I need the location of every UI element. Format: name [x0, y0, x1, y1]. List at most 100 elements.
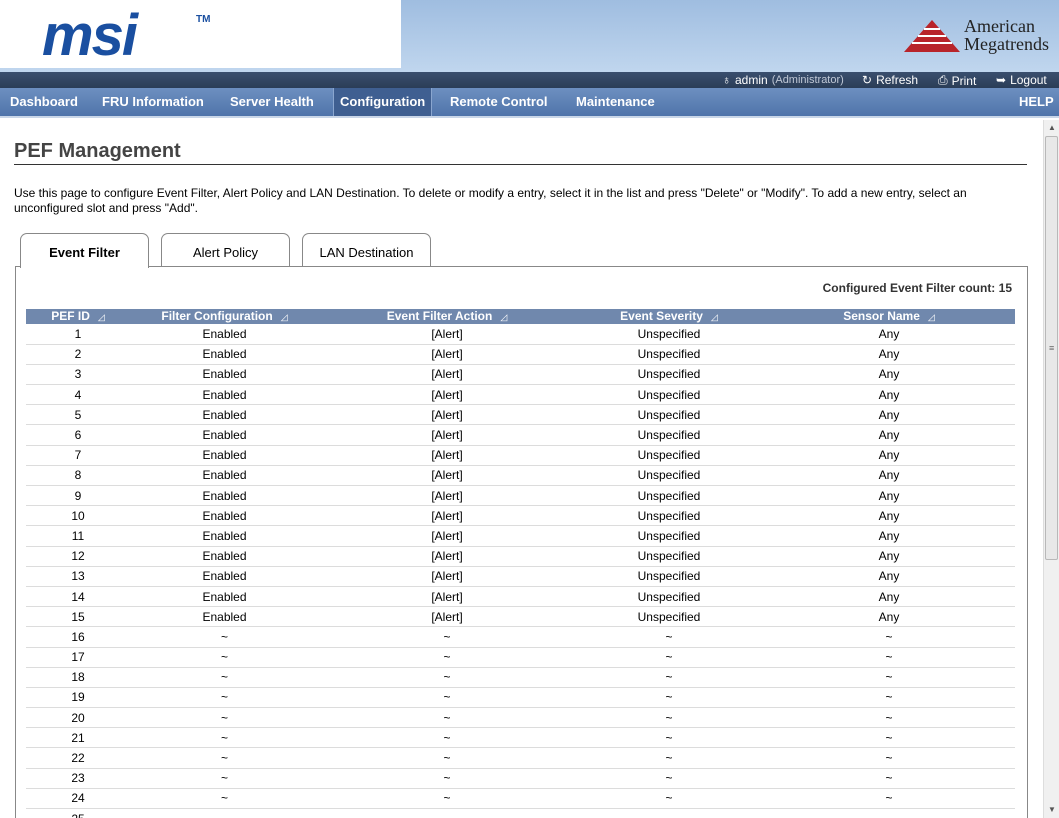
print-label: Print [951, 73, 977, 88]
table-cell: Unspecified [575, 364, 763, 386]
table-cell: ~ [319, 626, 575, 648]
refresh-link[interactable]: ↻ Refresh [862, 73, 918, 87]
table-row[interactable]: 3 Enabled [Alert] Unspecified Any [26, 364, 1015, 386]
table-cell: Unspecified [575, 324, 763, 345]
nav-server-health[interactable]: Server Health [230, 88, 314, 116]
table-cell: Enabled [130, 586, 319, 608]
table-header-row: PEF ID ◿ Filter Configuration ◿ Event Filt… [26, 309, 1015, 324]
nav-maintenance[interactable]: Maintenance [576, 88, 655, 116]
table-cell: Unspecified [575, 546, 763, 567]
table-cell: 3 [26, 364, 130, 386]
ami-name-line1: American [964, 16, 1035, 36]
table-cell: Any [763, 404, 1015, 426]
table-row[interactable]: 2 Enabled [Alert] Unspecified Any [26, 344, 1015, 365]
tab-event-filter[interactable]: Event Filter [20, 233, 149, 268]
utility-bar: ♁ admin (Administrator) ↻ Refresh ⎙ Prin… [0, 72, 1059, 88]
table-cell: ~ [319, 667, 575, 688]
nav-fru-information[interactable]: FRU Information [102, 88, 204, 116]
table-cell: 7 [26, 445, 130, 466]
scroll-down-icon[interactable]: ▼ [1044, 802, 1059, 818]
ami-triangle-icon [904, 20, 960, 52]
table-cell: Unspecified [575, 344, 763, 365]
table-row[interactable]: 20 ~ ~ ~ ~ [26, 707, 1015, 729]
table-cell: ~ [575, 768, 763, 789]
print-link[interactable]: ⎙ Print [938, 73, 976, 88]
table-row[interactable]: 1 Enabled [Alert] Unspecified Any [26, 324, 1015, 345]
table-row[interactable]: 17 ~ ~ ~ ~ [26, 647, 1015, 668]
table-cell: 10 [26, 505, 130, 527]
table-cell: ~ [763, 727, 1015, 749]
table-cell: 25 [26, 808, 130, 818]
table-row[interactable]: 11 Enabled [Alert] Unspecified Any [26, 525, 1015, 547]
table-row[interactable]: 6 Enabled [Alert] Unspecified Any [26, 424, 1015, 446]
table-cell: 19 [26, 687, 130, 709]
table-cell: ~ [130, 687, 319, 709]
table-cell: ~ [130, 747, 319, 769]
table-cell: Any [763, 606, 1015, 628]
user-icon: ♁ [722, 73, 731, 87]
table-row[interactable]: 19 ~ ~ ~ ~ [26, 687, 1015, 709]
table-row[interactable]: 25~~~~ [26, 808, 1015, 818]
table-row[interactable]: 12 Enabled [Alert] Unspecified Any [26, 546, 1015, 567]
logout-icon: ➥ [996, 73, 1007, 87]
nav-configuration[interactable]: Configuration [333, 88, 433, 116]
table-cell: ~ [575, 707, 763, 729]
table-cell: 20 [26, 707, 130, 729]
table-cell: ~ [763, 808, 1015, 818]
table-row[interactable]: 21 ~ ~ ~ ~ [26, 727, 1015, 749]
column-header-event-filter-action[interactable]: Event Filter Action ◿ [319, 309, 575, 324]
table-cell: ~ [575, 788, 763, 810]
table-cell: Unspecified [575, 586, 763, 608]
table-cell: [Alert] [319, 445, 575, 466]
table-row[interactable]: 8 Enabled [Alert] Unspecified Any [26, 465, 1015, 487]
table-row[interactable]: 5 Enabled [Alert] Unspecified Any [26, 404, 1015, 426]
table-row[interactable]: 18 ~ ~ ~ ~ [26, 667, 1015, 688]
table-row[interactable]: 14 Enabled [Alert] Unspecified Any [26, 586, 1015, 608]
nav-dashboard[interactable]: Dashboard [10, 88, 78, 116]
table-row[interactable]: 7 Enabled [Alert] Unspecified Any [26, 445, 1015, 466]
column-header-sensor-name[interactable]: Sensor Name ◿ [763, 309, 1015, 324]
table-cell: Enabled [130, 404, 319, 426]
table-row[interactable]: 22 ~ ~ ~ ~ [26, 747, 1015, 769]
table-row[interactable]: 16 ~ ~ ~ ~ [26, 626, 1015, 648]
scroll-up-icon[interactable]: ▲ [1044, 120, 1059, 136]
nav-remote-control[interactable]: Remote Control [450, 88, 548, 116]
table-row[interactable]: 13 Enabled [Alert] Unspecified Any [26, 566, 1015, 587]
print-icon: ⎙ [938, 73, 948, 87]
logout-link[interactable]: ➥ Logout [996, 73, 1047, 87]
page-title: PEF Management [14, 140, 181, 162]
column-label: Sensor Name [843, 309, 920, 323]
current-user: ♁ admin (Administrator) [722, 73, 844, 87]
table-row[interactable]: 15 Enabled [Alert] Unspecified Any [26, 606, 1015, 628]
table-row[interactable]: 9 Enabled [Alert] Unspecified Any [26, 485, 1015, 507]
table-cell: 12 [26, 546, 130, 567]
table-cell: [Alert] [319, 566, 575, 587]
table-cell: Enabled [130, 344, 319, 365]
table-cell: Any [763, 546, 1015, 567]
tab-lan-destination[interactable]: LAN Destination [302, 233, 431, 267]
table-row[interactable]: 4 Enabled [Alert] Unspecified Any [26, 384, 1015, 406]
table-cell: ~ [130, 788, 319, 810]
table-cell: [Alert] [319, 586, 575, 608]
table-cell: Unspecified [575, 384, 763, 406]
column-header-event-severity[interactable]: Event Severity ◿ [575, 309, 763, 324]
table-row[interactable]: 10 Enabled [Alert] Unspecified Any [26, 505, 1015, 527]
scrollbar-thumb[interactable]: ≡ [1045, 136, 1058, 560]
table-cell: 17 [26, 647, 130, 668]
table-row[interactable]: 24 ~ ~ ~ ~ [26, 788, 1015, 810]
table-cell: Enabled [130, 465, 319, 487]
table-cell: 14 [26, 586, 130, 608]
page-scrollbar[interactable]: ▲ ≡ ▼ [1043, 120, 1059, 818]
column-header-filter-configuration[interactable]: Filter Configuration ◿ [130, 309, 319, 324]
table-cell: ~ [319, 687, 575, 709]
column-header-pef-id[interactable]: PEF ID ◿ [26, 309, 130, 324]
nav-help[interactable]: HELP [1019, 88, 1054, 116]
table-cell: Enabled [130, 546, 319, 567]
column-label: Filter Configuration [161, 309, 273, 323]
table-row[interactable]: 23 ~ ~ ~ ~ [26, 768, 1015, 789]
table-cell: ~ [130, 626, 319, 648]
table-cell: Any [763, 324, 1015, 345]
table-cell: [Alert] [319, 546, 575, 567]
tab-alert-policy[interactable]: Alert Policy [161, 233, 290, 267]
table-cell: 11 [26, 525, 130, 547]
